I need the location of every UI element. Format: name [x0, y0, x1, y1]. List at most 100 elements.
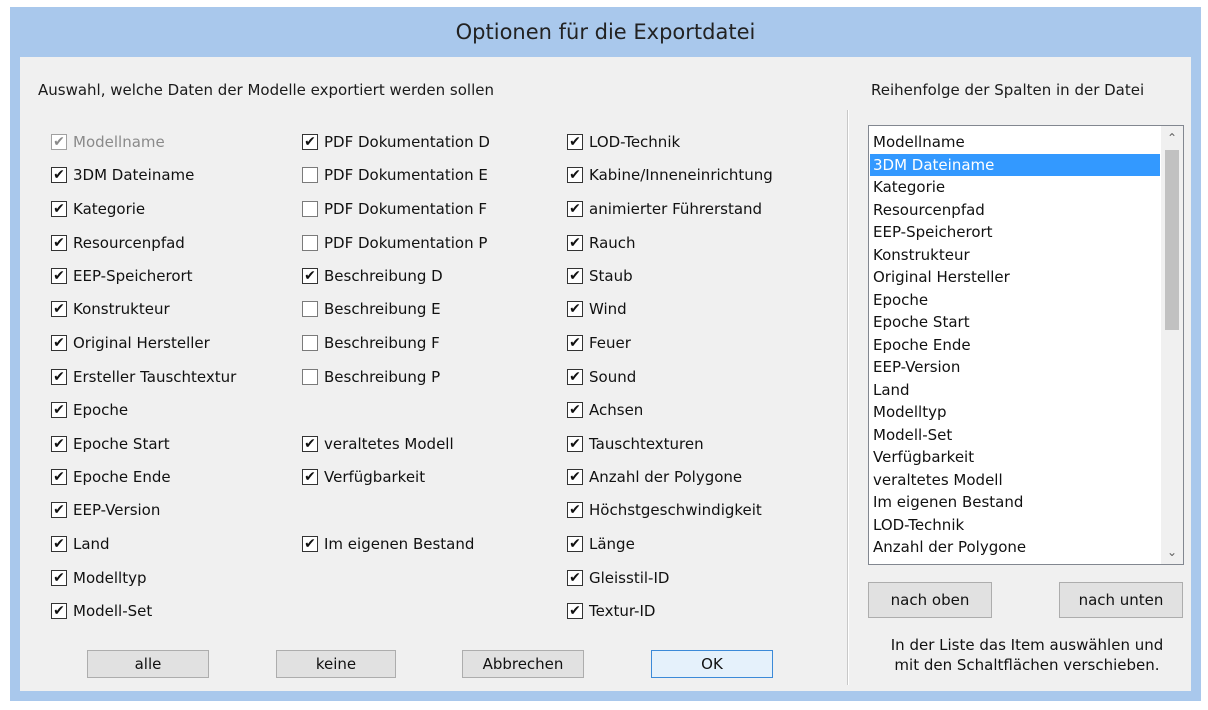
checkbox-col1-3[interactable]: ✔ Resourcenpfad [51, 233, 185, 253]
list-scrollbar[interactable]: ⌃ ⌄ [1161, 126, 1183, 564]
checkbox-box[interactable]: ✔ [51, 603, 67, 619]
checkbox-col1-12[interactable]: ✔ Land [51, 534, 110, 554]
checkbox-col1-6[interactable]: ✔ Original Hersteller [51, 333, 210, 353]
checkbox-box[interactable]: ✔ [51, 268, 67, 284]
move-up-button[interactable]: nach oben [868, 582, 992, 618]
checkbox-box[interactable] [302, 167, 318, 183]
checkbox-box[interactable]: ✔ [567, 268, 583, 284]
checkbox-box[interactable]: ✔ [302, 134, 318, 150]
list-item[interactable]: Epoche Ende [870, 334, 1160, 357]
checkbox-col2-5[interactable]: Beschreibung E [302, 299, 441, 319]
checkbox-box[interactable]: ✔ [567, 301, 583, 317]
checkbox-col3-9[interactable]: ✔ Tauschtexturen [567, 434, 704, 454]
checkbox-box[interactable]: ✔ [51, 570, 67, 586]
list-item[interactable]: veraltetes Modell [870, 469, 1160, 492]
checkbox-col3-11[interactable]: ✔ Höchstgeschwindigkeit [567, 500, 762, 520]
checkbox-box[interactable]: ✔ [567, 335, 583, 351]
checkbox-box[interactable]: ✔ [567, 235, 583, 251]
list-item[interactable]: Verfügbarkeit [870, 446, 1160, 469]
checkbox-box[interactable]: ✔ [51, 335, 67, 351]
checkbox-box[interactable] [302, 301, 318, 317]
checkbox-col3-8[interactable]: ✔ Achsen [567, 400, 643, 420]
checkbox-box[interactable]: ✔ [567, 536, 583, 552]
checkbox-col2-3[interactable]: PDF Dokumentation P [302, 233, 487, 253]
checkbox-box[interactable]: ✔ [567, 369, 583, 385]
checkbox-box[interactable]: ✔ [51, 536, 67, 552]
checkbox-col1-1[interactable]: ✔ 3DM Dateiname [51, 165, 194, 185]
checkbox-col1-9[interactable]: ✔ Epoche Start [51, 434, 170, 454]
list-item[interactable]: Epoche [870, 289, 1160, 312]
checkbox-col3-14[interactable]: ✔ Textur-ID [567, 601, 655, 621]
list-item[interactable]: Kategorie [870, 176, 1160, 199]
list-item[interactable]: 3DM Dateiname [870, 153, 1160, 176]
list-item[interactable]: Modell-Set [870, 424, 1160, 447]
checkbox-box[interactable]: ✔ [567, 201, 583, 217]
chevron-up-icon[interactable]: ⌃ [1161, 128, 1183, 148]
checkbox-box[interactable] [302, 335, 318, 351]
checkbox-col1-10[interactable]: ✔ Epoche Ende [51, 467, 171, 487]
checkbox-box[interactable]: ✔ [302, 469, 318, 485]
checkbox-col3-0[interactable]: ✔ LOD-Technik [567, 132, 680, 152]
checkbox-box[interactable]: ✔ [567, 134, 583, 150]
checkbox-col3-5[interactable]: ✔ Wind [567, 299, 627, 319]
cancel-button[interactable]: Abbrechen [462, 650, 584, 678]
list-item[interactable]: Epoche Start [870, 311, 1160, 334]
list-item[interactable]: Im eigenen Bestand [870, 491, 1160, 514]
checkbox-col3-13[interactable]: ✔ Gleisstil-ID [567, 568, 669, 588]
checkbox-box[interactable] [302, 235, 318, 251]
list-item[interactable]: Modellname [870, 131, 1160, 154]
checkbox-box[interactable] [302, 201, 318, 217]
checkbox-col2-8[interactable]: ✔ veraltetes Modell [302, 434, 454, 454]
checkbox-box[interactable]: ✔ [51, 402, 67, 418]
column-order-list[interactable]: Modellname 3DM Dateiname Kategorie Resource… [868, 125, 1184, 565]
checkbox-col1-11[interactable]: ✔ EEP-Version [51, 500, 160, 520]
checkbox-box[interactable]: ✔ [567, 402, 583, 418]
select-none-button[interactable]: keine [276, 650, 396, 678]
checkbox-col3-6[interactable]: ✔ Feuer [567, 333, 631, 353]
list-item[interactable]: Modelltyp [870, 401, 1160, 424]
list-item[interactable]: Original Hersteller [870, 266, 1160, 289]
checkbox-col3-1[interactable]: ✔ Kabine/Inneneinrichtung [567, 165, 773, 185]
ok-button[interactable]: OK [651, 650, 773, 678]
list-item[interactable]: Anzahl der Polygone [870, 536, 1160, 559]
checkbox-box[interactable]: ✔ [51, 436, 67, 452]
scrollbar-thumb[interactable] [1165, 150, 1179, 330]
list-item[interactable]: Land [870, 379, 1160, 402]
checkbox-col2-2[interactable]: PDF Dokumentation F [302, 199, 487, 219]
checkbox-box[interactable]: ✔ [567, 436, 583, 452]
title-bar[interactable]: Optionen für die Exportdatei [10, 7, 1201, 57]
checkbox-box[interactable]: ✔ [51, 502, 67, 518]
checkbox-box[interactable]: ✔ [567, 570, 583, 586]
checkbox-col3-12[interactable]: ✔ Länge [567, 534, 635, 554]
list-item[interactable]: Resourcenpfad [870, 199, 1160, 222]
checkbox-col1-4[interactable]: ✔ EEP-Speicherort [51, 266, 193, 286]
checkbox-box[interactable]: ✔ [51, 301, 67, 317]
checkbox-box[interactable]: ✔ [567, 167, 583, 183]
checkbox-col3-10[interactable]: ✔ Anzahl der Polygone [567, 467, 742, 487]
checkbox-box[interactable]: ✔ [567, 603, 583, 619]
checkbox-col2-1[interactable]: PDF Dokumentation E [302, 165, 488, 185]
checkbox-col1-14[interactable]: ✔ Modell-Set [51, 601, 152, 621]
checkbox-col2-6[interactable]: Beschreibung F [302, 333, 440, 353]
move-down-button[interactable]: nach unten [1059, 582, 1183, 618]
checkbox-box[interactable]: ✔ [51, 369, 67, 385]
checkbox-col2-10[interactable]: ✔ Im eigenen Bestand [302, 534, 474, 554]
checkbox-col1-5[interactable]: ✔ Konstrukteur [51, 299, 170, 319]
select-all-button[interactable]: alle [87, 650, 209, 678]
checkbox-col3-3[interactable]: ✔ Rauch [567, 233, 636, 253]
checkbox-col1-8[interactable]: ✔ Epoche [51, 400, 128, 420]
checkbox-col2-4[interactable]: ✔ Beschreibung D [302, 266, 443, 286]
checkbox-box[interactable]: ✔ [567, 502, 583, 518]
checkbox-box[interactable]: ✔ [51, 167, 67, 183]
checkbox-box[interactable]: ✔ [567, 469, 583, 485]
checkbox-box[interactable]: ✔ [302, 536, 318, 552]
list-item[interactable]: EEP-Speicherort [870, 221, 1160, 244]
list-item[interactable]: EEP-Version [870, 356, 1160, 379]
checkbox-col3-7[interactable]: ✔ Sound [567, 367, 636, 387]
checkbox-col3-2[interactable]: ✔ animierter Führerstand [567, 199, 762, 219]
checkbox-box[interactable]: ✔ [302, 268, 318, 284]
checkbox-box[interactable] [302, 369, 318, 385]
checkbox-col1-7[interactable]: ✔ Ersteller Tauschtextur [51, 367, 236, 387]
checkbox-col2-9[interactable]: ✔ Verfügbarkeit [302, 467, 425, 487]
list-item[interactable]: LOD-Technik [870, 514, 1160, 537]
